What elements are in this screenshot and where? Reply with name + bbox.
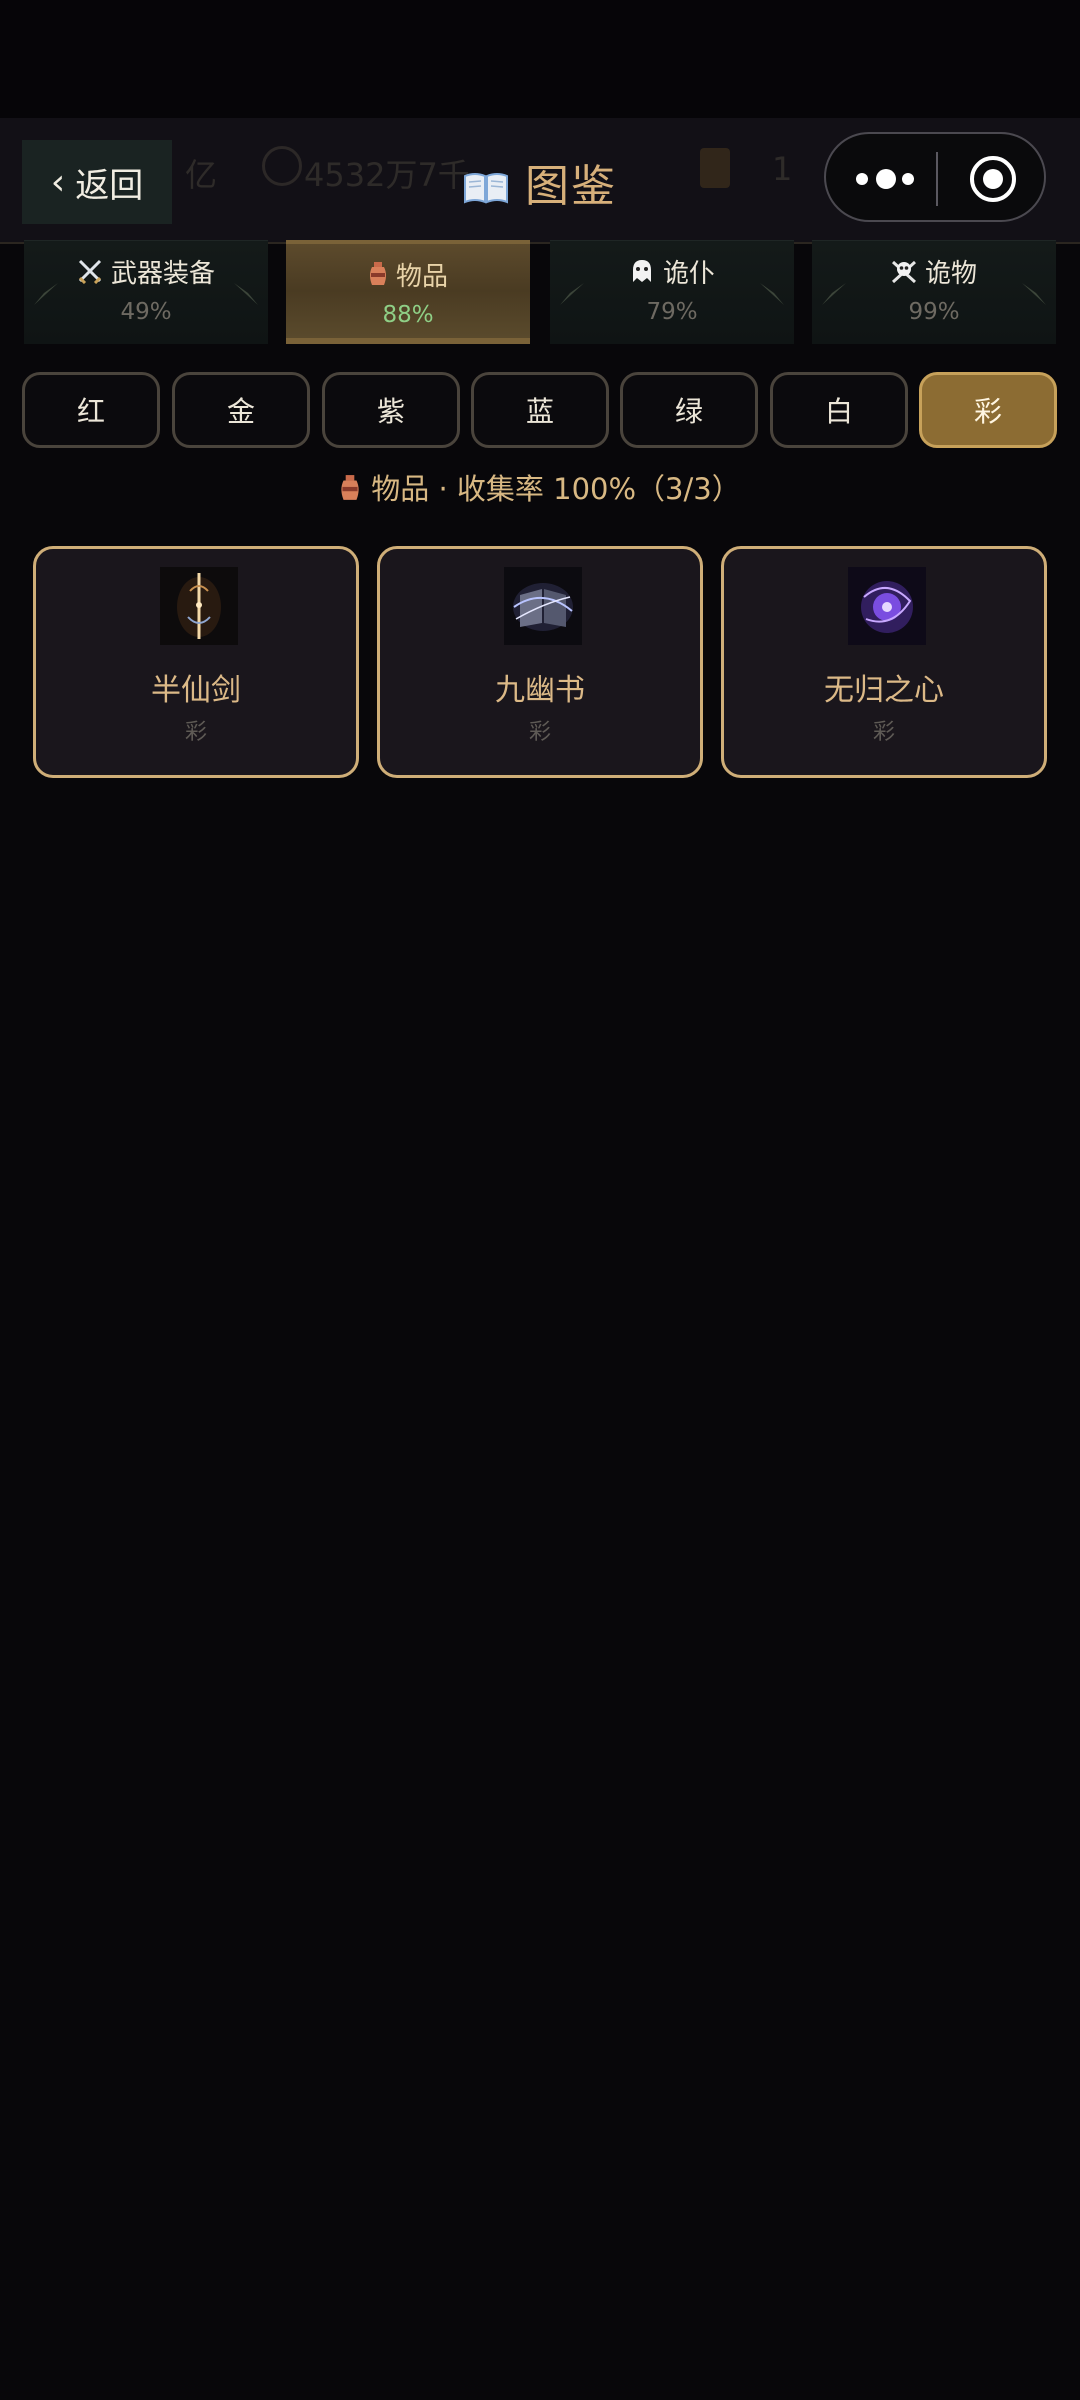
tab-ghost-servants-label: 诡仆 (662, 259, 715, 289)
item-grade: 彩 (528, 720, 551, 745)
grade-filter-gold[interactable]: 金 (172, 372, 310, 448)
more-options-icon[interactable] (856, 169, 916, 189)
book-icon (504, 567, 582, 645)
item-card[interactable]: 九幽书 彩 (377, 546, 703, 778)
tab-label: 诡物 (812, 253, 1056, 291)
item-name: 半仙剑 (151, 673, 241, 708)
item-card[interactable]: 半仙剑 彩 (33, 546, 359, 778)
item-grade: 彩 (184, 720, 207, 745)
summary-category: 物品 (371, 472, 430, 506)
ghost-icon (629, 258, 655, 291)
grade-filter-red[interactable]: 红 (22, 372, 160, 448)
page-title-text: 图鉴 (525, 161, 617, 212)
vase-icon (368, 261, 388, 294)
grade-filter-rainbow[interactable]: 彩 (919, 372, 1057, 448)
item-grade: 彩 (872, 720, 895, 745)
open-book-icon (463, 164, 509, 215)
grade-filter-blue[interactable]: 蓝 (471, 372, 609, 448)
summary-separator: · (438, 472, 448, 506)
tab-items[interactable]: 物品 88% (286, 240, 530, 344)
collection-summary: 物品 · 收集率 100%（3/3） (0, 466, 1080, 509)
item-name: 无归之心 (824, 673, 944, 708)
grade-filter-purple[interactable]: 紫 (322, 372, 460, 448)
tab-label: 物品 (286, 256, 530, 294)
tab-label: 诡仆 (550, 253, 794, 291)
heart-orb-icon (848, 567, 926, 645)
summary-rate: 收集率 100%（3/3） (456, 472, 741, 506)
tab-ghost-objects[interactable]: 诡物 99% (812, 240, 1056, 344)
vase-icon (339, 474, 361, 509)
skull-crossbones-icon (891, 258, 917, 291)
grade-filter-white[interactable]: 白 (770, 372, 908, 448)
tab-weapons-equipment[interactable]: 武器装备 49% (24, 240, 268, 344)
miniprogram-capsule (824, 132, 1046, 222)
tab-ghost-objects-label: 诡物 (924, 259, 977, 289)
tab-percent: 88% (382, 302, 434, 328)
sword-icon (160, 567, 238, 645)
crossed-swords-icon (77, 258, 103, 291)
tab-percent: 99% (908, 299, 960, 325)
grade-filter-green[interactable]: 绿 (620, 372, 758, 448)
item-card[interactable]: 无归之心 彩 (721, 546, 1047, 778)
tab-percent: 49% (120, 299, 172, 325)
capsule-divider (936, 152, 938, 206)
tab-weapons-label: 武器装备 (110, 259, 215, 289)
tab-percent: 79% (646, 299, 698, 325)
close-miniprogram-icon[interactable] (968, 154, 1018, 204)
status-bar-area (0, 0, 1080, 118)
tab-label: 武器装备 (24, 253, 268, 291)
item-name: 九幽书 (495, 673, 585, 708)
tab-items-label: 物品 (395, 262, 448, 292)
tab-ghost-servants[interactable]: 诡仆 79% (550, 240, 794, 344)
